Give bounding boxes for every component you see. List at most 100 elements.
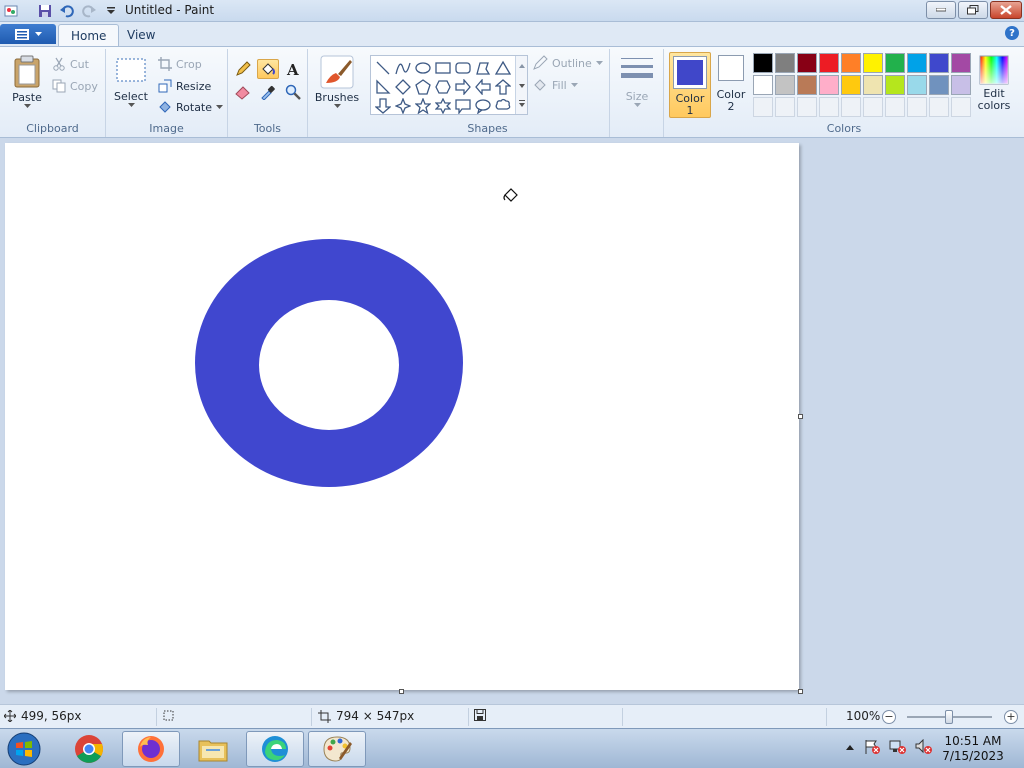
palette-swatch[interactable] <box>929 75 949 95</box>
close-button[interactable] <box>990 1 1022 19</box>
palette-swatch[interactable] <box>841 53 861 73</box>
shape-oval[interactable] <box>413 58 433 77</box>
shapes-scroll[interactable] <box>515 56 527 114</box>
resize-handle-corner[interactable] <box>798 689 803 694</box>
color2-button[interactable]: Color 2 <box>714 55 748 117</box>
resize-handle-bottom[interactable] <box>399 689 404 694</box>
volume-icon[interactable] <box>915 739 933 755</box>
eraser-tool[interactable] <box>232 82 254 102</box>
shape-line[interactable] <box>373 58 393 77</box>
edge-taskbar-button[interactable] <box>246 731 304 767</box>
crop-button[interactable]: Crop <box>158 54 202 74</box>
zoom-slider-thumb[interactable] <box>945 710 953 724</box>
shape-diamond[interactable] <box>393 77 413 96</box>
cut-button[interactable]: Cut <box>52 54 89 74</box>
color-picker-tool[interactable] <box>257 82 279 102</box>
magnifier-tool[interactable] <box>282 82 304 102</box>
shape-right-arrow[interactable] <box>453 77 473 96</box>
rotate-button[interactable]: Rotate <box>158 97 224 117</box>
shape-five-point-star[interactable] <box>413 96 433 115</box>
system-clock[interactable]: 10:51 AM 7/15/2023 <box>937 734 1009 764</box>
save-icon[interactable] <box>36 2 54 20</box>
palette-swatch[interactable] <box>885 53 905 73</box>
shape-triangle[interactable] <box>493 58 513 77</box>
pencil-tool[interactable] <box>232 59 254 79</box>
shape-left-arrow[interactable] <box>473 77 493 96</box>
custom-color-slot[interactable] <box>775 97 795 117</box>
fill-button[interactable]: Fill <box>532 75 578 95</box>
paint-app-icon[interactable] <box>2 2 20 20</box>
shape-pentagon[interactable] <box>413 77 433 96</box>
shape-six-point-star[interactable] <box>433 96 453 115</box>
show-hidden-icons-icon[interactable] <box>845 743 855 751</box>
undo-icon[interactable] <box>58 2 76 20</box>
palette-swatch[interactable] <box>929 53 949 73</box>
size-button[interactable]: Size <box>618 55 656 108</box>
palette-swatch[interactable] <box>797 75 817 95</box>
paste-button[interactable]: Paste <box>8 55 46 109</box>
palette-swatch[interactable] <box>951 53 971 73</box>
palette-swatch[interactable] <box>797 53 817 73</box>
palette-swatch[interactable] <box>819 75 839 95</box>
palette-swatch[interactable] <box>951 75 971 95</box>
shape-oval-callout[interactable] <box>473 96 493 115</box>
shape-hexagon[interactable] <box>433 77 453 96</box>
firefox-taskbar-button[interactable] <box>122 731 180 767</box>
fill-tool[interactable] <box>257 59 279 79</box>
restore-button[interactable] <box>958 1 988 19</box>
action-center-icon[interactable] <box>863 739 881 755</box>
resize-handle-right[interactable] <box>798 414 803 419</box>
palette-swatch[interactable] <box>753 75 773 95</box>
palette-swatch[interactable] <box>753 53 773 73</box>
customize-qat-icon[interactable] <box>102 2 120 20</box>
custom-color-slot[interactable] <box>907 97 927 117</box>
palette-swatch[interactable] <box>863 75 883 95</box>
file-menu-button[interactable] <box>0 24 56 44</box>
palette-swatch[interactable] <box>819 53 839 73</box>
shape-polygon[interactable] <box>473 58 493 77</box>
custom-color-slot[interactable] <box>819 97 839 117</box>
text-tool[interactable]: A <box>282 59 304 79</box>
palette-swatch[interactable] <box>863 53 883 73</box>
custom-color-slot[interactable] <box>753 97 773 117</box>
shape-curve[interactable] <box>393 58 413 77</box>
help-icon[interactable]: ? <box>1005 26 1019 40</box>
shape-cloud-callout[interactable] <box>493 96 513 115</box>
edit-colors-button[interactable]: Edit colors <box>974 55 1014 117</box>
shape-rectangle[interactable] <box>433 58 453 77</box>
custom-color-slot[interactable] <box>951 97 971 117</box>
shape-up-arrow[interactable] <box>493 77 513 96</box>
network-icon[interactable] <box>889 739 907 755</box>
palette-swatch[interactable] <box>907 75 927 95</box>
zoom-in-button[interactable]: + <box>1004 710 1018 724</box>
custom-color-slot[interactable] <box>863 97 883 117</box>
select-button[interactable]: Select <box>112 57 150 108</box>
shape-down-arrow[interactable] <box>373 96 393 115</box>
custom-color-slot[interactable] <box>841 97 861 117</box>
start-button[interactable] <box>4 731 44 767</box>
resize-button[interactable]: Resize <box>158 76 211 96</box>
shape-rounded-rectangle[interactable] <box>453 58 473 77</box>
palette-swatch[interactable] <box>885 75 905 95</box>
shape-right-triangle[interactable] <box>373 77 393 96</box>
custom-color-slot[interactable] <box>797 97 817 117</box>
paint-taskbar-button[interactable] <box>308 731 366 767</box>
shape-four-point-star[interactable] <box>393 96 413 115</box>
brushes-button[interactable]: Brushes <box>314 55 360 109</box>
redo-icon[interactable] <box>80 2 98 20</box>
outline-button[interactable]: Outline <box>532 53 603 73</box>
shape-rect-callout[interactable] <box>453 96 473 115</box>
palette-swatch[interactable] <box>907 53 927 73</box>
minimize-button[interactable] <box>926 1 956 19</box>
custom-color-slot[interactable] <box>929 97 949 117</box>
chrome-taskbar-button[interactable] <box>60 731 118 767</box>
custom-color-slot[interactable] <box>885 97 905 117</box>
palette-swatch[interactable] <box>775 53 795 73</box>
drawing-canvas[interactable] <box>5 143 799 690</box>
palette-swatch[interactable] <box>841 75 861 95</box>
color1-button[interactable]: Color 1 <box>669 52 711 118</box>
zoom-out-button[interactable]: − <box>882 710 896 724</box>
tab-home[interactable]: Home <box>58 24 120 46</box>
palette-swatch[interactable] <box>775 75 795 95</box>
copy-button[interactable]: Copy <box>52 76 98 96</box>
